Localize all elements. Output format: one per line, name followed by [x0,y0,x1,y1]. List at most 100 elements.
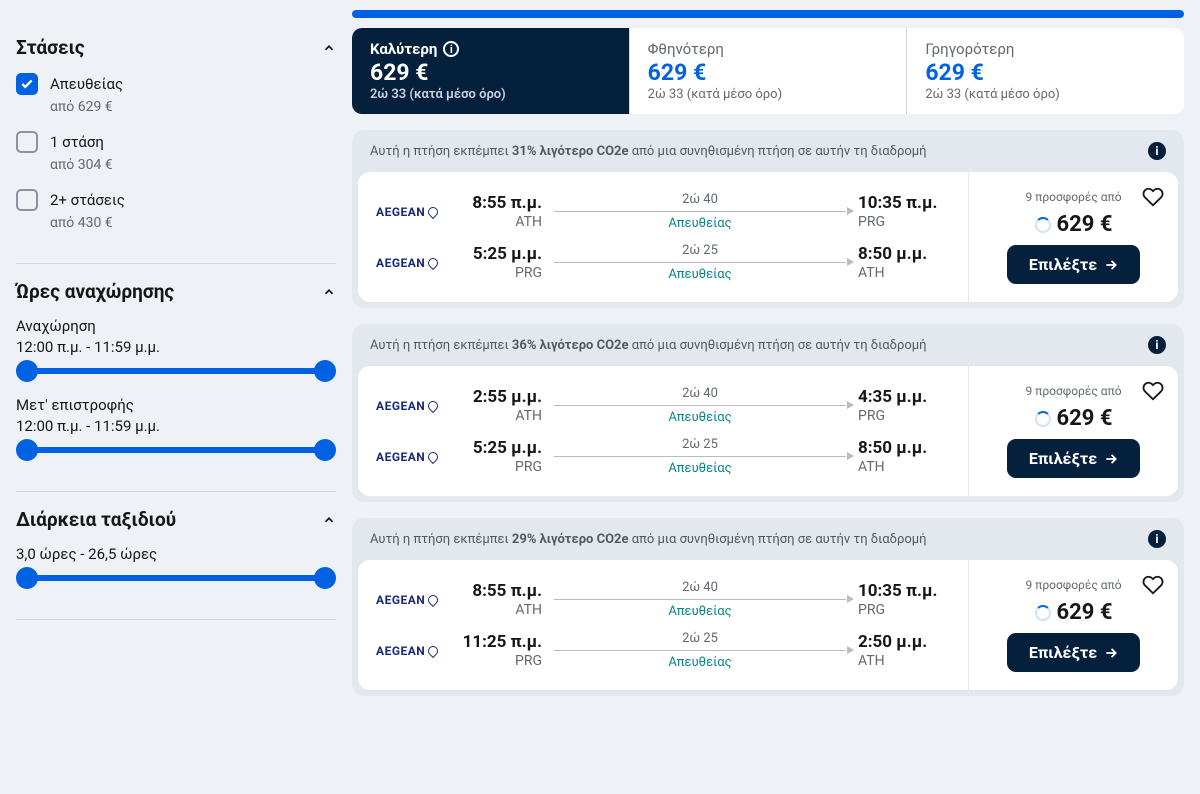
departure-block: 8:55 π.μ. ATH [450,581,542,618]
departure-block: 5:25 μ.μ. PRG [450,438,542,475]
sort-tab-price: 629 € [648,59,889,86]
departure-code: ATH [450,408,542,424]
airline-logo: AEGEAN [376,450,450,464]
heart-icon[interactable] [1142,574,1164,600]
eco-text: Αυτή η πτήση εκπέμπει 31% λιγότερο CO2e … [370,144,927,159]
heart-icon[interactable] [1142,186,1164,212]
checkbox[interactable] [16,73,38,95]
departure-time-slider: Αναχώρηση 12:00 π.μ. - 11:59 μ.μ. [16,317,336,374]
price: 629 € [1057,600,1113,625]
stops-option[interactable]: 2+ στάσεις [16,189,336,211]
stops-option[interactable]: 1 στάση [16,131,336,153]
slider-thumb-min[interactable] [16,439,38,461]
heart-icon[interactable] [1142,380,1164,406]
flight-leg: AEGEAN 5:25 μ.μ. PRG 2ώ 25 Απευθείας 8:5… [358,431,968,482]
flight-legs: AEGEAN 2:55 μ.μ. ATH 2ώ 40 Απευθείας 4:3… [358,366,968,496]
stops-option[interactable]: Απευθείας [16,73,336,95]
flight-duration: 2ώ 25 [554,243,846,258]
eco-text: Αυτή η πτήση εκπέμπει 36% λιγότερο CO2e … [370,338,927,353]
eco-banner: Αυτή η πτήση εκπέμπει 31% λιγότερο CO2e … [352,130,1184,172]
flight-line-icon [554,405,846,406]
airline-logo: AEGEAN [376,256,450,270]
offers-text: 9 προσφορές από [1025,384,1121,398]
arrival-time: 8:50 μ.μ. [858,244,950,264]
departure-block: 5:25 μ.μ. PRG [450,244,542,281]
arrival-code: ATH [858,265,950,281]
filter-stops-title: Στάσεις [16,36,85,59]
flight-direct: Απευθείας [554,216,846,231]
slider-thumb-max[interactable] [314,439,336,461]
sort-tab[interactable]: Γρηγορότερη 629 € 2ώ 33 (κατά μέσο όρο) [907,28,1184,114]
slider-thumb-max[interactable] [314,567,336,589]
flight-leg: AEGEAN 2:55 μ.μ. ATH 2ώ 40 Απευθείας 4:3… [358,380,968,431]
slider-track[interactable] [26,368,326,374]
flight-duration: 2ώ 40 [554,192,846,207]
flight-body: AEGEAN 2:55 μ.μ. ATH 2ώ 40 Απευθείας 4:3… [358,366,1178,496]
sort-tab-title: Γρηγορότερη [925,40,1166,58]
filter-stops: Στάσεις Απευθείας από 629 € 1 στάση από … [16,20,336,264]
checkbox-label: 2+ στάσεις [50,191,125,209]
departure-code: ATH [450,214,542,230]
sort-tab-sub: 2ώ 33 (κατά μέσο όρο) [648,87,889,102]
filter-times-header[interactable]: Ώρες αναχώρησης [16,280,336,303]
departure-time: 2:55 μ.μ. [450,387,542,407]
slider-track[interactable] [26,447,326,453]
arrival-time: 10:35 π.μ. [858,581,950,601]
sort-tab-sub: 2ώ 33 (κατά μέσο όρο) [925,87,1166,102]
flight-body: AEGEAN 8:55 π.μ. ATH 2ώ 40 Απευθείας 10:… [358,560,1178,690]
flight-line-icon [554,211,846,212]
flight-duration: 2ώ 25 [554,437,846,452]
slider-thumb-min[interactable] [16,567,38,589]
slider-label: Αναχώρηση [16,317,336,335]
chevron-up-icon [322,41,336,55]
arrival-time: 2:50 μ.μ. [858,632,950,652]
departure-time: 8:55 π.μ. [450,193,542,213]
airline-logo: AEGEAN [376,593,450,607]
slider-range: 12:00 π.μ. - 11:59 μ.μ. [16,338,336,356]
departure-time: 11:25 π.μ. [450,632,542,652]
filter-times: Ώρες αναχώρησης Αναχώρηση 12:00 π.μ. - 1… [16,264,336,492]
price: 629 € [1057,212,1113,237]
arrival-code: PRG [858,408,950,424]
flight-card: Αυτή η πτήση εκπέμπει 29% λιγότερο CO2e … [352,518,1184,696]
flight-legs: AEGEAN 8:55 π.μ. ATH 2ώ 40 Απευθείας 10:… [358,172,968,302]
flight-path: 2ώ 40 Απευθείας [542,580,858,619]
select-button[interactable]: Επιλέξτε [1007,245,1140,284]
info-icon[interactable]: i [1148,142,1166,160]
checkbox-sub: από 430 € [50,215,336,231]
checkbox-sub: από 629 € [50,99,336,115]
eco-banner: Αυτή η πτήση εκπέμπει 36% λιγότερο CO2e … [352,324,1184,366]
sort-tab[interactable]: Καλύτερη i 629 € 2ώ 33 (κατά μέσο όρο) [352,28,630,114]
flight-path: 2ώ 25 Απευθείας [542,631,858,670]
select-button[interactable]: Επιλέξτε [1007,439,1140,478]
flight-direct: Απευθείας [554,461,846,476]
info-icon[interactable]: i [1148,336,1166,354]
checkbox-sub: από 304 € [50,157,336,173]
slider-thumb-min[interactable] [16,360,38,382]
filter-duration-header[interactable]: Διάρκεια ταξιδιού [16,508,336,531]
slider-track[interactable] [26,575,326,581]
checkbox[interactable] [16,189,38,211]
info-icon[interactable]: i [1148,530,1166,548]
price: 629 € [1057,406,1113,431]
flight-path: 2ώ 40 Απευθείας [542,386,858,425]
sort-tab[interactable]: Φθηνότερη 629 € 2ώ 33 (κατά μέσο όρο) [630,28,908,114]
sort-tab-title: Καλύτερη i [370,40,611,58]
select-button[interactable]: Επιλέξτε [1007,633,1140,672]
flight-legs: AEGEAN 8:55 π.μ. ATH 2ώ 40 Απευθείας 10:… [358,560,968,690]
arrival-block: 10:35 π.μ. PRG [858,193,950,230]
flight-line-icon [554,262,846,263]
airline-logo: AEGEAN [376,399,450,413]
checkbox[interactable] [16,131,38,153]
flight-line-icon [554,456,846,457]
flight-duration: 2ώ 25 [554,631,846,646]
departure-block: 8:55 π.μ. ATH [450,193,542,230]
filter-duration: Διάρκεια ταξιδιού 3,0 ώρες - 26,5 ώρες [16,492,336,620]
arrival-block: 8:50 μ.μ. ATH [858,244,950,281]
slider-thumb-max[interactable] [314,360,336,382]
departure-time: 5:25 μ.μ. [450,244,542,264]
slider-range: 12:00 π.μ. - 11:59 μ.μ. [16,417,336,435]
filter-stops-header[interactable]: Στάσεις [16,36,336,59]
info-icon: i [443,41,459,57]
arrival-code: PRG [858,214,950,230]
